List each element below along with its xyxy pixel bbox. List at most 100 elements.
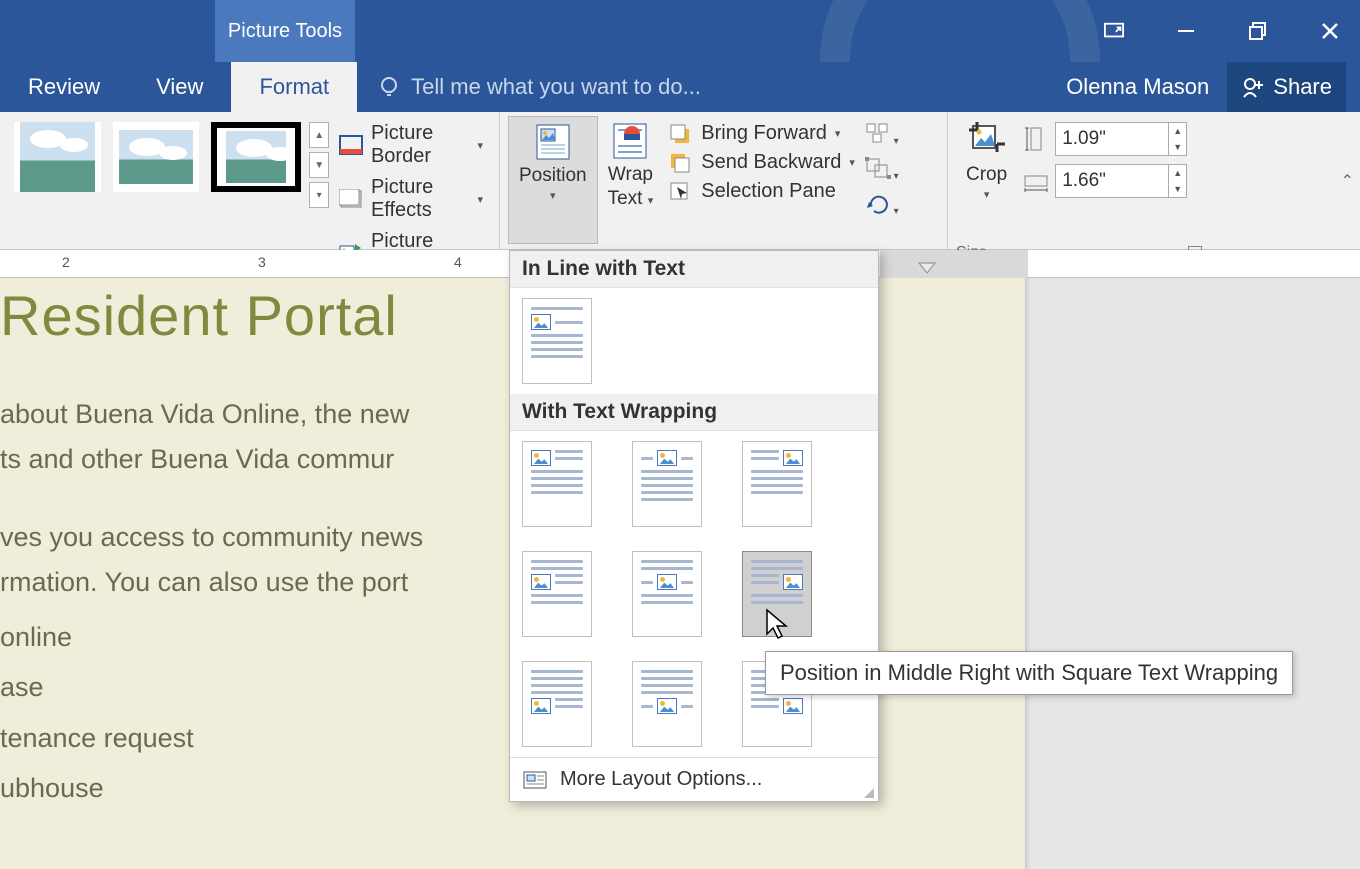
gallery-down-button[interactable]: ▼ xyxy=(309,152,329,178)
dropdown-caret-icon: ▾ xyxy=(648,195,654,207)
position-button[interactable]: Position ▾ xyxy=(508,116,598,244)
dropdown-caret-icon: ▾ xyxy=(477,193,483,206)
dropdown-caret-icon: ▾ xyxy=(550,189,556,202)
layout-options-icon xyxy=(522,770,548,790)
rotate-button[interactable]: ▾ xyxy=(865,192,899,217)
picture-style-simple[interactable] xyxy=(113,122,200,192)
crop-button[interactable]: Crop ▾ xyxy=(956,116,1017,244)
share-icon xyxy=(1241,75,1267,99)
position-top-center[interactable] xyxy=(632,441,702,527)
align-button[interactable]: ▾ xyxy=(865,122,899,147)
close-button[interactable] xyxy=(1320,21,1340,41)
restore-button[interactable] xyxy=(1248,21,1268,41)
rotate-icon xyxy=(865,192,891,214)
gallery-more-button[interactable]: ▾ xyxy=(309,182,329,208)
body-text: ves you access to community news xyxy=(0,522,423,552)
wrap-text-label-2: Text xyxy=(608,188,643,209)
picture-effects-button[interactable]: Picture Effects ▾ xyxy=(339,176,483,222)
height-value: 1.09" xyxy=(1062,128,1106,150)
dropdown-caret-icon: ▾ xyxy=(835,127,841,140)
style-gallery-scroll: ▲ ▼ ▾ xyxy=(309,122,329,208)
group-arrange: Position ▾ Wrap Text ▾ Bring Forward ▾ S xyxy=(500,112,948,249)
width-value: 1.66" xyxy=(1062,170,1106,192)
tab-review[interactable]: Review xyxy=(0,62,128,112)
dropdown-caret-icon: ▾ xyxy=(984,188,990,201)
align-icon xyxy=(865,122,891,144)
bring-forward-button[interactable]: Bring Forward ▾ xyxy=(669,122,855,145)
ruler-mark: 4 xyxy=(454,254,462,270)
position-bottom-center[interactable] xyxy=(632,661,702,747)
position-top-left[interactable] xyxy=(522,441,592,527)
share-button[interactable]: Share xyxy=(1227,62,1346,112)
more-layout-label: More Layout Options... xyxy=(560,768,762,791)
user-name[interactable]: Olenna Mason xyxy=(1066,74,1209,100)
indent-marker-icon[interactable] xyxy=(918,262,936,278)
tab-label: Format xyxy=(259,74,329,100)
picture-effects-icon xyxy=(339,188,363,210)
position-top-right[interactable] xyxy=(742,441,812,527)
group-size: Crop ▾ 1.09" ▲▼ 1.66" ▲▼ xyxy=(948,112,1210,249)
ribbon-tabs: Review View Format Tell me what you want… xyxy=(0,62,1360,112)
ruler-mark: 3 xyxy=(258,254,266,270)
tab-label: Review xyxy=(28,74,100,100)
lightbulb-icon xyxy=(377,75,401,99)
tell-me-search[interactable]: Tell me what you want to do... xyxy=(357,62,701,112)
dropdown-resize-handle[interactable] xyxy=(862,786,874,798)
contextual-tab-label: Picture Tools xyxy=(228,20,342,43)
wrap-text-button[interactable]: Wrap Text ▾ xyxy=(598,116,664,244)
bring-forward-icon xyxy=(669,123,693,145)
position-bottom-left[interactable] xyxy=(522,661,592,747)
tab-view[interactable]: View xyxy=(128,62,231,112)
body-text: ts and other Buena Vida commur xyxy=(0,444,394,474)
ribbon-display-options-button[interactable] xyxy=(1104,21,1124,41)
width-down-button[interactable]: ▼ xyxy=(1168,181,1186,197)
title-bar: Picture Tools xyxy=(0,0,1360,62)
height-down-button[interactable]: ▼ xyxy=(1168,139,1186,155)
position-middle-center[interactable] xyxy=(632,551,702,637)
picture-border-label: Picture Border xyxy=(371,122,468,168)
tell-me-placeholder: Tell me what you want to do... xyxy=(411,74,701,100)
picture-style-framed[interactable] xyxy=(211,122,301,192)
minimize-button[interactable] xyxy=(1176,21,1196,41)
more-layout-options[interactable]: More Layout Options... xyxy=(510,757,878,801)
picture-border-button[interactable]: Picture Border ▾ xyxy=(339,122,483,168)
crop-label: Crop xyxy=(966,164,1007,186)
group-objects-button[interactable]: ▾ xyxy=(865,157,899,182)
selection-pane-label: Selection Pane xyxy=(701,180,836,203)
picture-effects-label: Picture Effects xyxy=(371,176,468,222)
shape-height-input[interactable]: 1.09" ▲▼ xyxy=(1055,122,1187,156)
contextual-tab-picture-tools[interactable]: Picture Tools xyxy=(215,0,355,62)
position-dropdown: In Line with Text With Text Wrapping xyxy=(509,250,879,802)
body-text: rmation. You can also use the port xyxy=(0,567,408,597)
picture-style-plain[interactable] xyxy=(14,122,101,192)
position-middle-right[interactable] xyxy=(742,551,812,637)
position-label: Position xyxy=(519,165,587,187)
tooltip: Position in Middle Right with Square Tex… xyxy=(765,651,1293,695)
width-icon xyxy=(1023,166,1049,196)
tooltip-text: Position in Middle Right with Square Tex… xyxy=(780,660,1278,685)
group-icon xyxy=(865,157,891,179)
share-label: Share xyxy=(1273,74,1332,100)
height-icon xyxy=(1023,124,1049,154)
position-inline[interactable] xyxy=(522,298,592,384)
position-section-inline: In Line with Text xyxy=(510,251,878,288)
dropdown-caret-icon: ▾ xyxy=(477,139,483,152)
collapse-ribbon-button[interactable]: ⌃ xyxy=(1341,171,1354,191)
body-text: about Buena Vida Online, the new xyxy=(0,399,409,429)
send-backward-icon xyxy=(669,152,693,174)
send-backward-button[interactable]: Send Backward ▾ xyxy=(669,151,855,174)
selection-pane-icon xyxy=(669,181,693,203)
bring-forward-label: Bring Forward xyxy=(701,122,827,145)
height-up-button[interactable]: ▲ xyxy=(1168,123,1186,139)
window-controls xyxy=(1104,0,1360,62)
ruler-margin-shade xyxy=(880,250,1028,278)
wrap-text-icon xyxy=(610,120,650,160)
position-section-wrap: With Text Wrapping xyxy=(510,394,878,431)
gallery-up-button[interactable]: ▲ xyxy=(309,122,329,148)
width-up-button[interactable]: ▲ xyxy=(1168,165,1186,181)
group-picture-styles: ▲ ▼ ▾ Picture Border ▾ Picture Effects ▾… xyxy=(0,112,500,249)
tab-format[interactable]: Format xyxy=(231,62,357,112)
shape-width-input[interactable]: 1.66" ▲▼ xyxy=(1055,164,1187,198)
position-middle-left[interactable] xyxy=(522,551,592,637)
selection-pane-button[interactable]: Selection Pane xyxy=(669,180,855,203)
